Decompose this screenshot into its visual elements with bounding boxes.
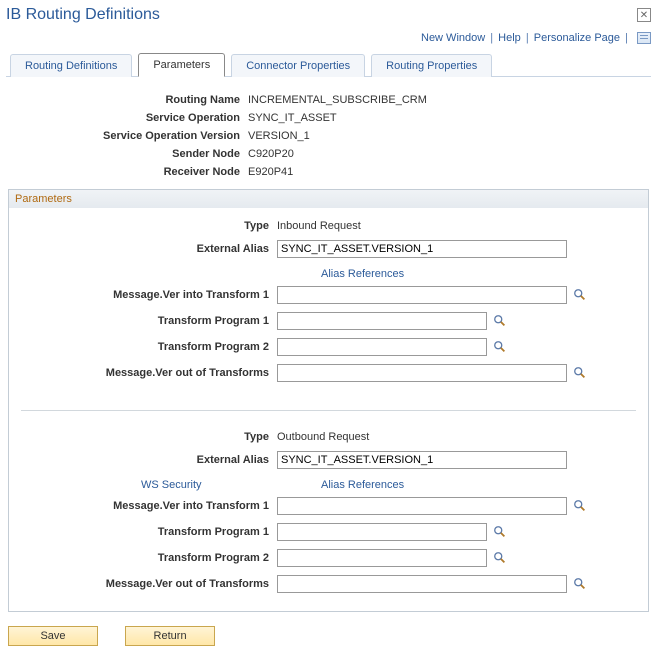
outbound-transform2-label: Transform Program 2 (21, 552, 277, 564)
routing-info: Routing Name INCREMENTAL_SUBSCRIBE_CRM S… (6, 77, 651, 189)
service-operation-value: SYNC_IT_ASSET (248, 112, 337, 124)
lookup-icon[interactable] (493, 314, 507, 328)
outbound-transform1-input[interactable] (277, 523, 487, 541)
inbound-transform1-input[interactable] (277, 312, 487, 330)
outbound-msgver-in-input[interactable] (277, 497, 567, 515)
tab-bar: Routing Definitions Parameters Connector… (6, 52, 651, 77)
outbound-type-value: Outbound Request (277, 431, 636, 443)
tab-routing-properties[interactable]: Routing Properties (371, 54, 492, 77)
parameters-group-title: Parameters (9, 190, 648, 208)
outbound-msgver-out-input[interactable] (277, 575, 567, 593)
inbound-msgver-in-input[interactable] (277, 286, 567, 304)
outbound-external-alias-label: External Alias (21, 454, 277, 466)
outbound-type-label: Type (21, 431, 277, 443)
inbound-transform2-input[interactable] (277, 338, 487, 356)
page-options-icon[interactable] (637, 32, 651, 44)
inbound-external-alias-input[interactable] (277, 240, 567, 258)
outbound-transform2-input[interactable] (277, 549, 487, 567)
parameters-group: Parameters Type Inbound Request External… (8, 189, 649, 612)
return-button[interactable]: Return (125, 626, 215, 646)
inbound-transform1-label: Transform Program 1 (21, 315, 277, 327)
outbound-msgver-out-label: Message.Ver out of Transforms (21, 578, 277, 590)
receiver-node-label: Receiver Node (6, 166, 248, 178)
ws-security-link[interactable]: WS Security (141, 479, 202, 491)
lookup-icon[interactable] (493, 525, 507, 539)
inbound-external-alias-label: External Alias (21, 243, 277, 255)
inbound-msgver-out-input[interactable] (277, 364, 567, 382)
outbound-transform1-label: Transform Program 1 (21, 526, 277, 538)
top-links-bar: New Window | Help | Personalize Page | (6, 30, 651, 52)
outbound-msgver-in-label: Message.Ver into Transform 1 (21, 500, 277, 512)
inbound-alias-references-link[interactable]: Alias References (321, 268, 404, 280)
close-icon[interactable]: ✕ (637, 8, 651, 22)
lookup-icon[interactable] (573, 499, 587, 513)
service-operation-version-value: VERSION_1 (248, 130, 310, 142)
inbound-msgver-out-label: Message.Ver out of Transforms (21, 367, 277, 379)
routing-name-label: Routing Name (6, 94, 248, 106)
tab-parameters[interactable]: Parameters (138, 53, 225, 77)
inbound-transform2-label: Transform Program 2 (21, 341, 277, 353)
tab-routing-definitions[interactable]: Routing Definitions (10, 54, 132, 77)
outbound-alias-references-link[interactable]: Alias References (321, 479, 404, 491)
inbound-type-value: Inbound Request (277, 220, 636, 232)
help-link[interactable]: Help (498, 32, 521, 44)
lookup-icon[interactable] (493, 340, 507, 354)
service-operation-label: Service Operation (6, 112, 248, 124)
section-divider (21, 410, 636, 411)
inbound-msgver-in-label: Message.Ver into Transform 1 (21, 289, 277, 301)
inbound-type-label: Type (21, 220, 277, 232)
lookup-icon[interactable] (573, 366, 587, 380)
save-button[interactable]: Save (8, 626, 98, 646)
lookup-icon[interactable] (493, 551, 507, 565)
service-operation-version-label: Service Operation Version (6, 130, 248, 142)
lookup-icon[interactable] (573, 288, 587, 302)
receiver-node-value: E920P41 (248, 166, 293, 178)
tab-connector-properties[interactable]: Connector Properties (231, 54, 365, 77)
sender-node-label: Sender Node (6, 148, 248, 160)
routing-name-value: INCREMENTAL_SUBSCRIBE_CRM (248, 94, 427, 106)
new-window-link[interactable]: New Window (421, 32, 485, 44)
page-title: IB Routing Definitions (6, 6, 160, 24)
lookup-icon[interactable] (573, 577, 587, 591)
personalize-page-link[interactable]: Personalize Page (534, 32, 620, 44)
outbound-external-alias-input[interactable] (277, 451, 567, 469)
sender-node-value: C920P20 (248, 148, 294, 160)
